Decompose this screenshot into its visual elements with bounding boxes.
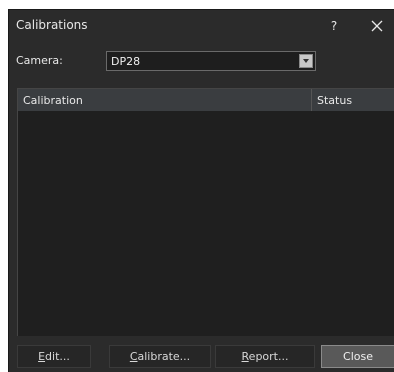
edit-label: dit...	[45, 350, 70, 363]
column-header-calibration[interactable]: Calibration	[18, 89, 312, 111]
table-header: Calibration Status	[18, 89, 394, 111]
edit-accel: E	[38, 350, 46, 363]
edit-button[interactable]: Edit...	[17, 345, 91, 368]
calibrate-button[interactable]: Calibrate...	[109, 345, 211, 368]
title-bar: Calibrations ?	[9, 10, 394, 42]
column-label-calibration: Calibration	[23, 94, 83, 107]
chevron-down-icon[interactable]	[299, 54, 313, 68]
calibrate-accel: C	[129, 350, 138, 363]
camera-selected-value: DP28	[111, 55, 141, 68]
calibrate-label: alibrate...	[137, 350, 191, 363]
report-label: eport...	[248, 350, 289, 363]
report-button[interactable]: Report...	[215, 345, 315, 368]
calibrations-table[interactable]: Calibration Status	[17, 88, 394, 336]
camera-select[interactable]: DP28	[106, 51, 316, 71]
calibrations-dialog: Calibrations ? Camera: DP28 Calibration …	[8, 9, 394, 372]
column-label-status: Status	[317, 94, 353, 107]
help-button[interactable]: ?	[323, 16, 345, 36]
close-button[interactable]: Close	[321, 345, 394, 368]
camera-label: Camera:	[16, 54, 63, 67]
close-icon[interactable]	[366, 16, 388, 36]
column-header-status[interactable]: Status	[312, 89, 394, 111]
report-accel: R	[241, 350, 249, 363]
dialog-title: Calibrations	[16, 18, 88, 32]
